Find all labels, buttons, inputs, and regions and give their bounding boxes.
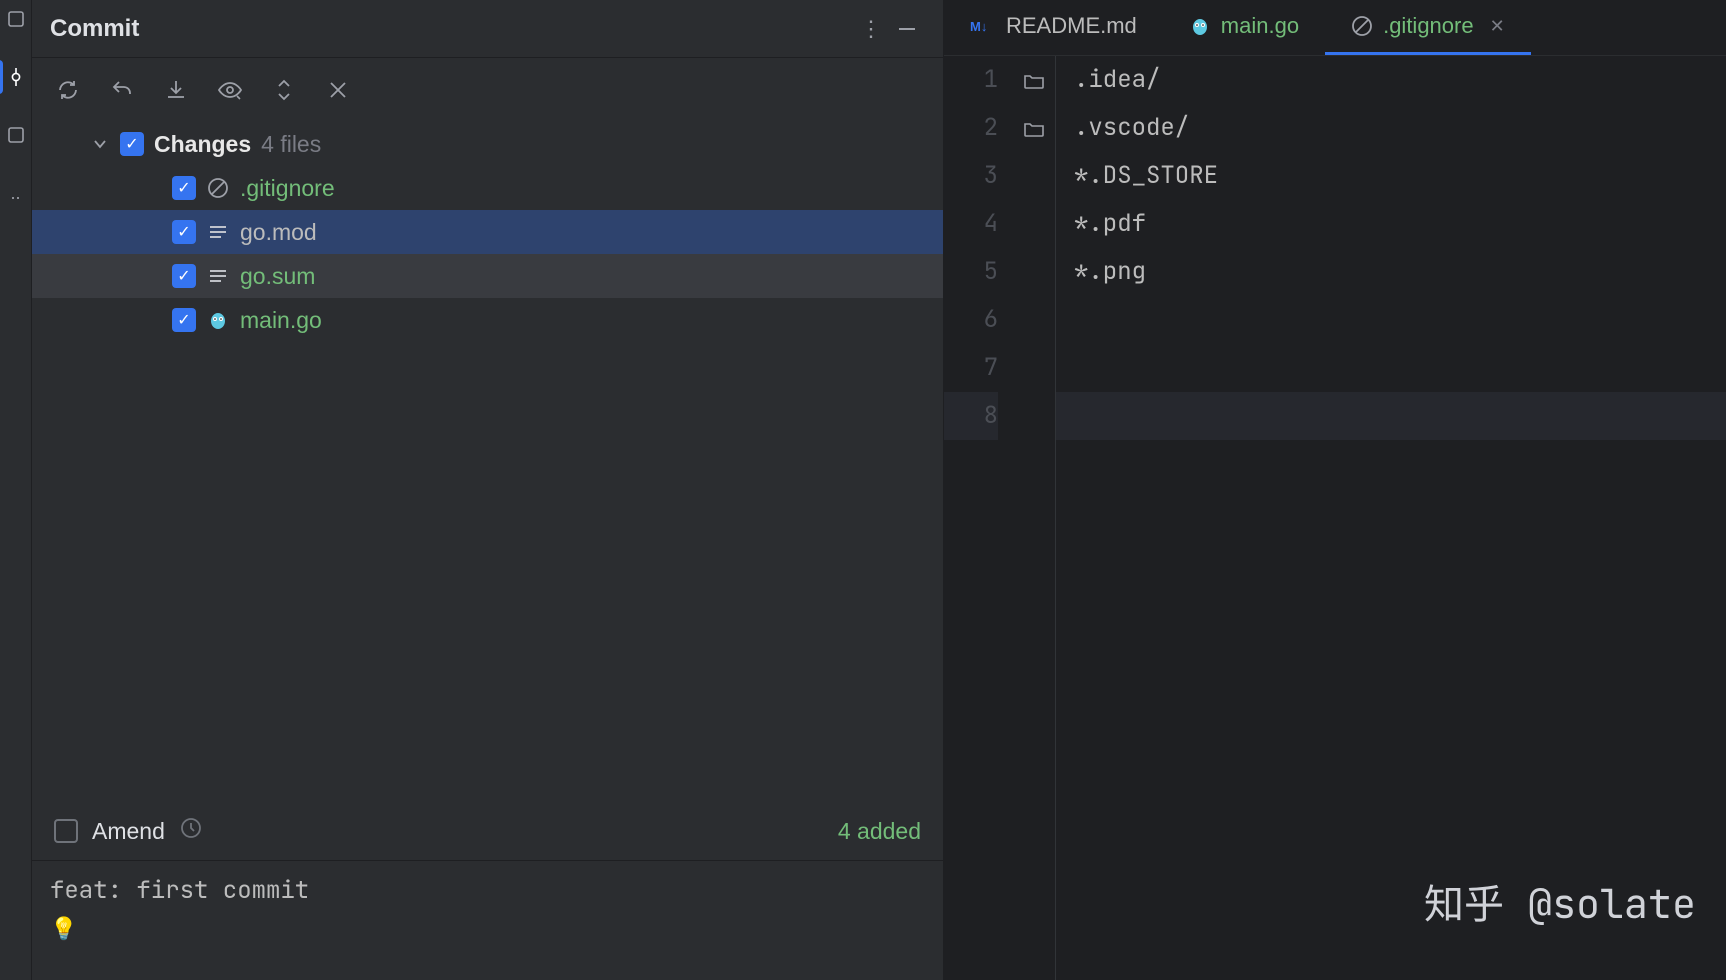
- changes-tree[interactable]: ✓ Changes 4 files ✓ .gitignore ✓ go.mod …: [32, 118, 943, 802]
- changes-group-row[interactable]: ✓ Changes 4 files: [32, 122, 943, 166]
- file-name: go.mod: [240, 219, 317, 246]
- watermark: 知乎 @solate: [1424, 872, 1696, 930]
- history-icon[interactable]: [179, 816, 203, 846]
- chevron-down-icon[interactable]: [90, 136, 110, 152]
- strip-item-top[interactable]: [7, 10, 25, 28]
- code-line: .vscode/: [1074, 104, 1726, 152]
- markdown-icon: M↓: [970, 17, 996, 35]
- editor-body[interactable]: 1 2 3 4 5 6 7 8 .idea/ .vscode/: [944, 56, 1726, 980]
- tab-label: main.go: [1221, 13, 1299, 39]
- file-name: .gitignore: [240, 175, 335, 202]
- changes-label: Changes: [154, 131, 251, 158]
- code-line: *.DS_STORE: [1074, 152, 1726, 200]
- code-line: [1074, 344, 1726, 392]
- code-content[interactable]: .idea/ .vscode/ *.DS_STORE *.pdf *.png: [1056, 56, 1726, 980]
- file-row-gosum[interactable]: ✓ go.sum: [32, 254, 943, 298]
- file-checkbox[interactable]: ✓: [172, 264, 196, 288]
- added-count: 4 added: [838, 818, 921, 845]
- svg-text:M↓: M↓: [970, 19, 987, 34]
- more-options-icon[interactable]: ⋮: [853, 11, 889, 47]
- close-tab-icon[interactable]: ✕: [1490, 16, 1505, 37]
- changes-checkbox[interactable]: ✓: [120, 132, 144, 156]
- commit-message-input[interactable]: feat: first commit 💡: [32, 860, 943, 980]
- rollback-icon[interactable]: [108, 76, 136, 104]
- amend-checkbox[interactable]: [54, 819, 78, 843]
- code-line: .idea/: [1074, 56, 1726, 104]
- gopher-icon: [206, 308, 230, 332]
- file-checkbox[interactable]: ✓: [172, 220, 196, 244]
- lines-icon: [206, 220, 230, 244]
- line-number: 3: [944, 152, 998, 200]
- line-number: 5: [944, 248, 998, 296]
- tool-window-strip: ..: [0, 0, 32, 980]
- file-name: go.sum: [240, 263, 315, 290]
- gopher-icon: [1189, 15, 1211, 37]
- strip-item-more[interactable]: ..: [7, 184, 25, 202]
- file-row-gitignore[interactable]: ✓ .gitignore: [32, 166, 943, 210]
- commit-title: Commit: [50, 15, 853, 43]
- refresh-icon[interactable]: [54, 76, 82, 104]
- file-checkbox[interactable]: ✓: [172, 308, 196, 332]
- file-row-maingo[interactable]: ✓ main.go: [32, 298, 943, 342]
- lines-icon: [206, 264, 230, 288]
- file-count: 4 files: [261, 131, 321, 158]
- ignore-icon: [1351, 15, 1373, 37]
- commit-toolbar: [32, 58, 943, 118]
- shelve-icon[interactable]: [162, 76, 190, 104]
- commit-message-text: feat: first commit: [50, 875, 925, 906]
- tab-readme[interactable]: M↓ README.md: [944, 0, 1163, 55]
- code-line: *.png: [1074, 248, 1726, 296]
- commit-header: Commit ⋮: [32, 0, 943, 58]
- editor-area: M↓ README.md main.go .gitignore ✕ 1 2 3 …: [944, 0, 1726, 980]
- line-number: 1: [944, 56, 998, 104]
- line-number: 2: [944, 104, 998, 152]
- tab-maingo[interactable]: main.go: [1163, 0, 1325, 55]
- amend-bar: Amend 4 added: [32, 802, 943, 860]
- editor-tabs: M↓ README.md main.go .gitignore ✕: [944, 0, 1726, 56]
- intention-bulb-icon[interactable]: 💡: [50, 914, 925, 943]
- code-line: *.pdf: [1074, 200, 1726, 248]
- commit-panel: Commit ⋮ ✓ Changes: [32, 0, 944, 980]
- group-by-icon[interactable]: [324, 76, 352, 104]
- tab-label: README.md: [1006, 13, 1137, 39]
- tab-gitignore[interactable]: .gitignore ✕: [1325, 0, 1531, 55]
- code-line: [1056, 392, 1726, 440]
- expand-collapse-icon[interactable]: [270, 76, 298, 104]
- line-number: 8: [944, 392, 998, 440]
- file-name: main.go: [240, 307, 322, 334]
- line-number: 6: [944, 296, 998, 344]
- tab-label: .gitignore: [1383, 13, 1474, 39]
- fold-gutter: [1012, 56, 1056, 980]
- folder-gutter-icon[interactable]: [1023, 104, 1045, 152]
- strip-item-commit[interactable]: [7, 68, 25, 86]
- file-checkbox[interactable]: ✓: [172, 176, 196, 200]
- preview-icon[interactable]: [216, 76, 244, 104]
- amend-label: Amend: [92, 818, 165, 845]
- line-number: 7: [944, 344, 998, 392]
- file-row-gomod[interactable]: ✓ go.mod: [32, 210, 943, 254]
- line-number: 4: [944, 200, 998, 248]
- code-line: [1074, 296, 1726, 344]
- minimize-icon[interactable]: [889, 11, 925, 47]
- line-number-gutter: 1 2 3 4 5 6 7 8: [944, 56, 1012, 980]
- strip-item-3[interactable]: [7, 126, 25, 144]
- folder-gutter-icon[interactable]: [1023, 56, 1045, 104]
- ignore-icon: [206, 176, 230, 200]
